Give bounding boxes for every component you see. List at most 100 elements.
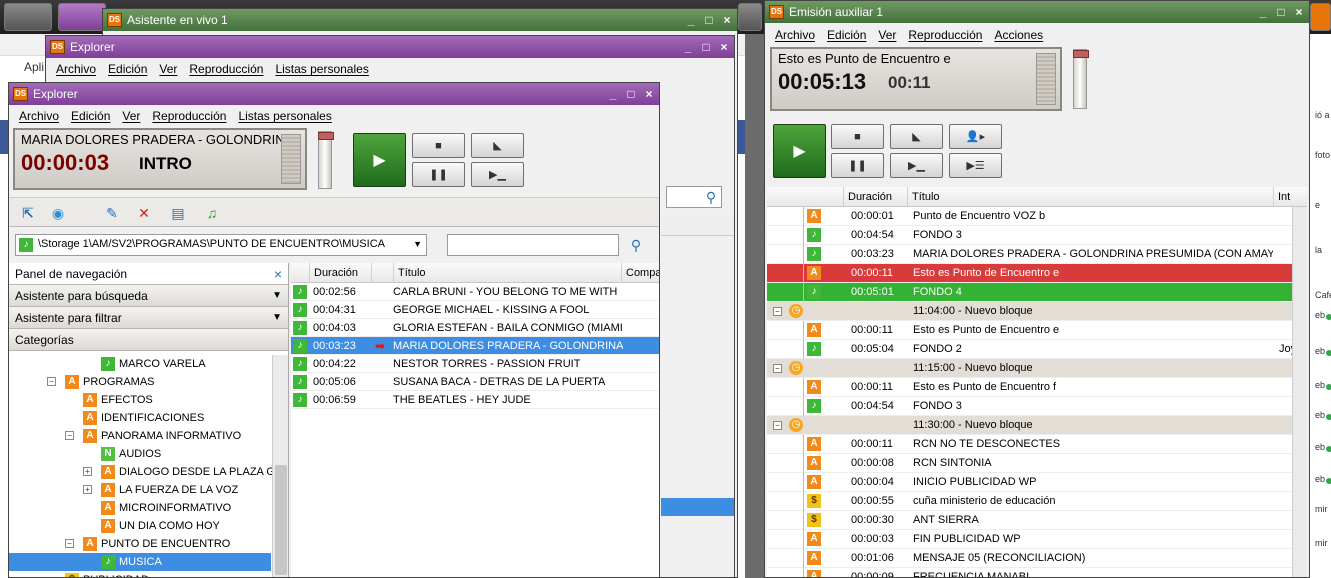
volume-fader[interactable] xyxy=(1073,49,1089,109)
close-icon[interactable]: × xyxy=(1293,1,1305,23)
next-button[interactable]: ▶▁ xyxy=(471,162,524,187)
tree-item[interactable]: − A PANORAMA INFORMATIVO xyxy=(9,427,271,445)
stop-button[interactable]: ■ xyxy=(831,124,884,149)
minimize-icon[interactable]: _ xyxy=(682,36,694,58)
tree-item[interactable]: ♪ MARCO VARELA xyxy=(9,355,271,373)
table-row[interactable]: ♪ 00:06:59 THE BEATLES - HEY JUDE xyxy=(291,391,659,409)
maximize-icon[interactable]: □ xyxy=(700,36,712,58)
playlist-row[interactable]: A 00:00:04 INICIO PUBLICIDAD WP xyxy=(767,473,1307,492)
table-row[interactable]: ♪ 00:04:03 GLORIA ESTEFAN - BAILA CONMIGO … xyxy=(291,319,659,337)
path-dropdown[interactable]: ♪ \Storage 1\AM/SV2\PROGRAMAS\PUNTO DE E… xyxy=(15,234,427,256)
minimize-icon[interactable]: _ xyxy=(607,83,619,105)
pause-button[interactable]: ❚❚ xyxy=(831,153,884,178)
edit-icon[interactable]: ✎ xyxy=(103,204,121,222)
table-row[interactable]: ♪ 00:05:06 SUSANA BACA - DETRAS DE LA PUER… xyxy=(291,373,659,391)
collapse-icon[interactable]: − xyxy=(65,431,74,440)
column-title[interactable]: Título xyxy=(393,263,621,283)
tree-item[interactable]: − A PUNTO DE ENCUENTRO xyxy=(9,535,271,553)
column-duration[interactable]: Duración xyxy=(309,263,371,283)
block-row[interactable]: − ◷ 11:15:00 - Nuevo bloque xyxy=(767,359,1307,378)
minimize-icon[interactable]: _ xyxy=(685,9,697,31)
play-button[interactable]: ▶ xyxy=(773,124,826,178)
menu-item-3[interactable]: Reproducción xyxy=(904,28,986,42)
playlist-row[interactable]: A 00:00:11 Esto es Punto de Encuentro e xyxy=(767,264,1307,283)
expand-icon[interactable]: + xyxy=(83,467,92,476)
menu-item-1[interactable]: Edición xyxy=(823,28,870,42)
taskbar-app-icon[interactable] xyxy=(1310,3,1331,31)
menu-item-4[interactable]: Listas personales xyxy=(234,109,335,123)
playlist-row[interactable]: ♪ 00:04:54 FONDO 3 xyxy=(767,226,1307,245)
taskbar-button-windows[interactable] xyxy=(4,3,52,31)
collapse-icon[interactable]: − xyxy=(47,377,56,386)
delete-icon[interactable]: ✕ xyxy=(135,204,153,222)
emision-titlebar[interactable]: DS Emisión auxiliar 1 _ □ × xyxy=(765,1,1309,23)
search-icon[interactable]: ⚲ xyxy=(627,236,645,254)
menu-item-4[interactable]: Acciones xyxy=(990,28,1047,42)
maximize-icon[interactable]: □ xyxy=(1275,1,1287,23)
volume-fader[interactable] xyxy=(318,131,334,189)
menu-item-2[interactable]: Ver xyxy=(874,28,900,42)
tree-item[interactable]: N AUDIOS xyxy=(9,445,271,463)
properties-icon[interactable]: ▤ xyxy=(169,204,187,222)
menu-item-2[interactable]: Ver xyxy=(118,109,144,123)
table-row[interactable]: ♪ 00:03:23 ➡ MARIA DOLORES PRADERA - GOLOND… xyxy=(291,337,659,355)
tree-item[interactable]: A EFECTOS xyxy=(9,391,271,409)
maximize-icon[interactable]: □ xyxy=(703,9,715,31)
playlist-row[interactable]: A 00:00:08 RCN SINTONIA xyxy=(767,454,1307,473)
block-row[interactable]: − ◷ 11:30:00 - Nuevo bloque xyxy=(767,416,1307,435)
playlist-row[interactable]: ♪ 00:04:54 FONDO 3 xyxy=(767,397,1307,416)
playlist-row[interactable]: ♪ 00:05:01 FONDO 4 xyxy=(767,283,1307,302)
filter-assistant-header[interactable]: Asistente para filtrar ▼ xyxy=(9,307,288,329)
menu-item-1[interactable]: Edición xyxy=(104,62,151,76)
playlist-row[interactable]: A 00:00:11 Esto es Punto de Encuentro e xyxy=(767,321,1307,340)
close-icon[interactable]: × xyxy=(721,9,733,31)
tree-item[interactable]: ♪ MUSICA xyxy=(9,553,271,571)
block-row[interactable]: − ◷ 11:04:00 - Nuevo bloque xyxy=(767,302,1307,321)
menu-item-1[interactable]: Edición xyxy=(67,109,114,123)
table-row[interactable]: ♪ 00:02:56 CARLA BRUNI - YOU BELONG TO ME … xyxy=(291,283,659,301)
collapse-icon[interactable]: − xyxy=(773,307,782,316)
tree-item[interactable]: + A LA FUERZA DE LA VOZ xyxy=(9,481,271,499)
tree-item[interactable]: $ PUBLICIDAD xyxy=(9,571,271,577)
close-icon[interactable]: × xyxy=(643,83,655,105)
playlist-scrollbar[interactable] xyxy=(1292,207,1307,577)
playlist-row[interactable]: $00:00:30 ANT SIERRA xyxy=(767,511,1307,530)
fade-button[interactable]: ◣ xyxy=(471,133,524,158)
expand-icon[interactable]: + xyxy=(83,485,92,494)
tree-scrollbar[interactable] xyxy=(272,355,288,577)
tree-item[interactable]: A MICROINFORMATIVO xyxy=(9,499,271,517)
column-duration[interactable]: Duración xyxy=(843,187,907,207)
playlist-row[interactable]: A 00:00:11 RCN NO TE DESCONECTES xyxy=(767,435,1307,454)
scrollbar-thumb[interactable] xyxy=(275,465,287,575)
import-icon[interactable]: ⇱ xyxy=(19,204,37,222)
tree-item[interactable]: + A DIALOGO DESDE LA PLAZA GRA xyxy=(9,463,288,481)
playlist-row[interactable]: $00:00:55 cuña ministerio de educación xyxy=(767,492,1307,511)
collapse-icon[interactable]: − xyxy=(773,421,782,430)
maximize-icon[interactable]: □ xyxy=(625,83,637,105)
menu-item-4[interactable]: Listas personales xyxy=(271,62,372,76)
asistente-titlebar[interactable]: DS Asistente en vivo 1 _ □ × xyxy=(103,9,737,31)
playlist-row[interactable]: A 00:01:06 MENSAJE 05 (RECONCILIACION) xyxy=(767,549,1307,568)
column-company[interactable]: Compa xyxy=(621,263,659,283)
explorer-search-input[interactable] xyxy=(447,234,619,256)
explorer-back-titlebar[interactable]: DS Explorer _ □ × xyxy=(46,36,734,58)
search-assistant-header[interactable]: Asistente para búsqueda ▼ xyxy=(9,285,288,307)
refresh-icon[interactable]: ◉ xyxy=(49,204,67,222)
play-button[interactable]: ▶ xyxy=(353,133,406,187)
close-icon[interactable]: × xyxy=(718,36,730,58)
table-row[interactable]: ♪ 00:04:31 GEORGE MICHAEL - KISSING A FOOL xyxy=(291,301,659,319)
column-title[interactable]: Título xyxy=(907,187,1273,207)
menu-item-0[interactable]: Archivo xyxy=(771,28,819,42)
categories-header[interactable]: Categorías xyxy=(9,329,288,351)
assistant-button[interactable]: 👤▸ xyxy=(949,124,1002,149)
playlist-row[interactable]: A 00:00:11 Esto es Punto de Encuentro f xyxy=(767,378,1307,397)
stop-button[interactable]: ■ xyxy=(412,133,465,158)
playlist-button[interactable]: ▶☰ xyxy=(949,153,1002,178)
fade-button[interactable]: ◣ xyxy=(890,124,943,149)
playlist-row[interactable]: ♪ 00:05:04 FONDO 2 Joy xyxy=(767,340,1307,359)
close-icon[interactable]: × xyxy=(274,263,282,285)
column-interpreter[interactable]: Int xyxy=(1273,187,1307,207)
menu-item-2[interactable]: Ver xyxy=(155,62,181,76)
pause-button[interactable]: ❚❚ xyxy=(412,162,465,187)
collapse-icon[interactable]: − xyxy=(65,539,74,548)
